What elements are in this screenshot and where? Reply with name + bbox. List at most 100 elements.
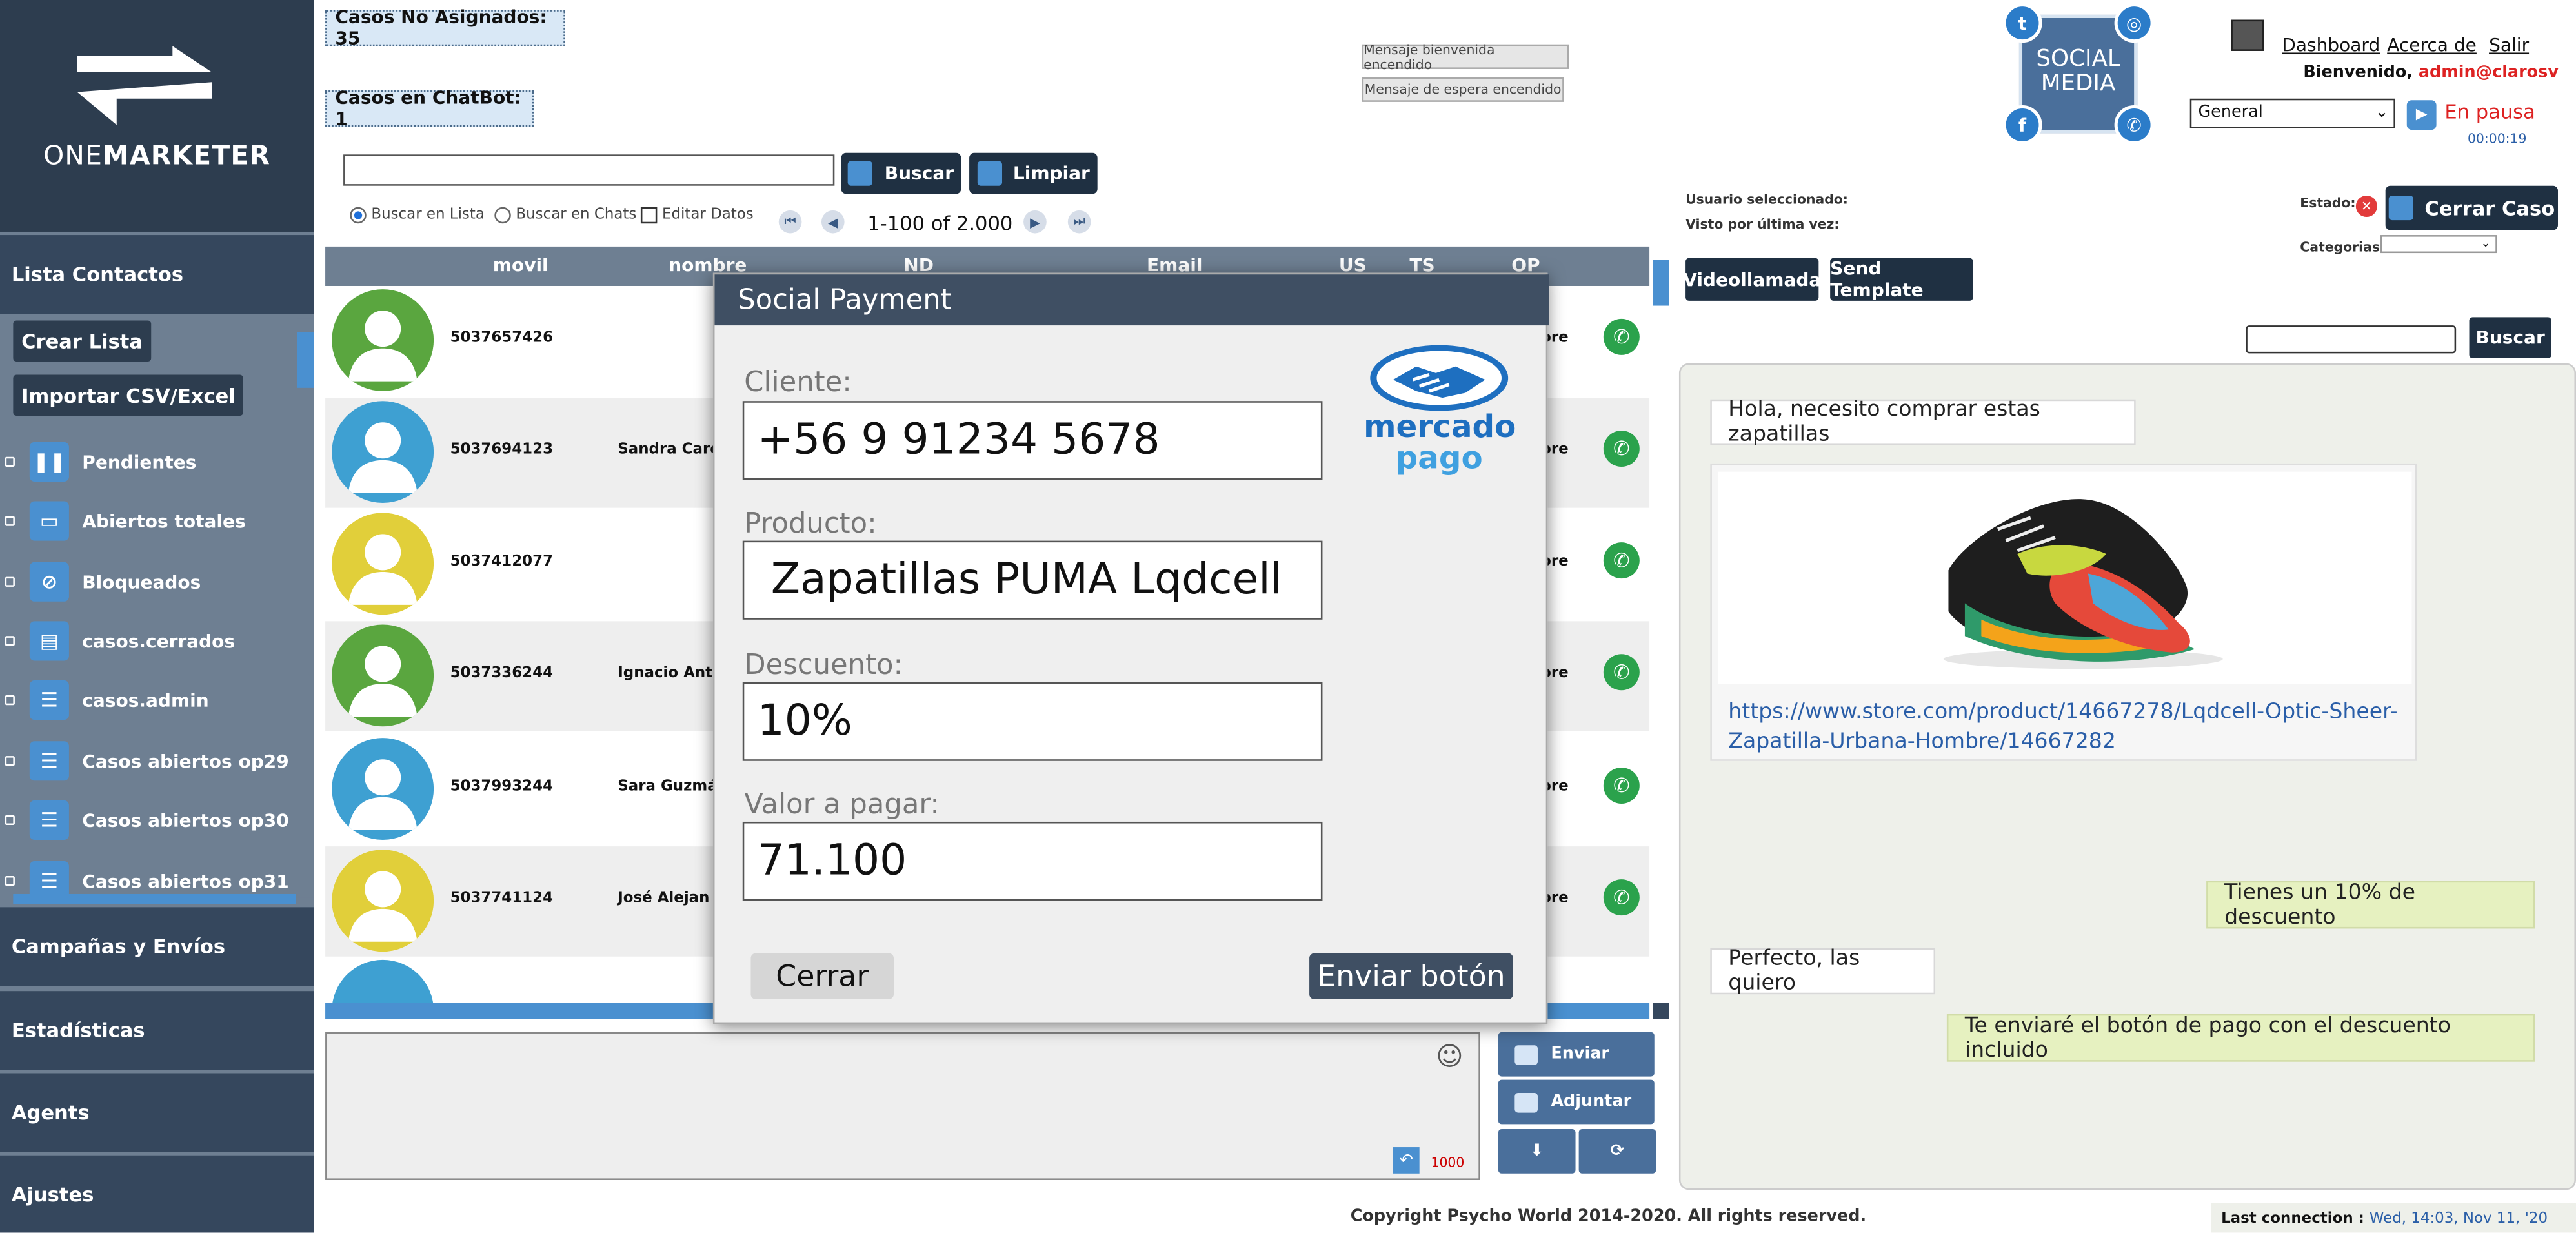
nombre-cell: José Alejan [618,890,710,908]
editar-datos-checkbox[interactable]: Editar Datos [640,207,754,224]
chevron-down-icon: ⌄ [2375,103,2389,122]
logo-arrows-icon [77,46,212,125]
refresh-icon: ⟳ [1610,1142,1625,1161]
sidebar-item-op30[interactable]: ☰ Casos abiertos op30 [0,795,296,844]
chat-message-outgoing: Tienes un 10% de descuento [2206,880,2535,930]
producto-field[interactable]: Zapatillas PUMA Lqdcell [742,540,1323,620]
welcome-text: Bienvenido, admin@clarosv [2303,64,2559,83]
usuario-seleccionado-label: Usuario seleccionado: [1685,192,1848,207]
buscar-en-chats-radio[interactable]: Buscar en Chats [494,207,636,224]
enviar-boton-button[interactable]: Enviar botón [1309,953,1513,999]
casos-no-asignados-badge[interactable]: Casos No Asignados: 35 [325,6,565,49]
sidebar-item-bloqueados[interactable]: ⊘ Bloqueados [0,557,296,606]
chat-message-outgoing: Te enviaré el botón de pago con el descu… [1946,1014,2535,1063]
dashboard-link[interactable]: Dashboard [2282,34,2380,56]
whatsapp-icon[interactable]: ✆ [1603,431,1640,467]
avatar [332,959,434,1003]
facebook-icon: f [2002,105,2042,145]
sidebar-hscroll[interactable] [13,893,296,904]
valor-field[interactable]: 71.100 [742,821,1323,901]
col-movil[interactable]: movil [493,255,548,276]
status-select[interactable]: General ⌄ [2189,98,2395,128]
user-avatar-icon[interactable] [2231,19,2264,51]
acerca-link[interactable]: Acerca de [2387,34,2477,56]
send-template-button[interactable]: Send Template [1830,258,1973,301]
status-error-icon: ✕ [2355,195,2377,218]
whatsapp-icon: ✆ [2114,105,2154,145]
next-page-icon[interactable]: ▶ [1023,210,1047,234]
casos-chatbot-badge[interactable]: Casos en ChatBot: 1 [325,87,534,130]
movil-cell: 5037741124 [450,890,554,908]
videollamada-button[interactable]: Videollamada [1683,258,1821,301]
whatsapp-icon[interactable]: ✆ [1603,542,1640,579]
mercado-pago-text: mercado pago [1363,409,1516,477]
prev-page-icon[interactable]: ◀ [821,210,845,234]
chat-message-incoming: Hola, necesito comprar estas zapatillas [1710,398,2136,447]
paperclip-icon [1514,1092,1538,1112]
refresh-button[interactable]: ⟳ [1578,1129,1656,1174]
importar-csv-button[interactable]: Importar CSV/Excel [13,374,244,416]
sidebar-item-abiertos-totales[interactable]: ▭ Abiertos totales [0,496,296,545]
whatsapp-icon[interactable]: ✆ [1603,654,1640,691]
buscar-button[interactable]: Buscar [841,152,961,194]
message-textarea[interactable]: ☺ ↶ 1000 [325,1032,1480,1180]
sidebar-item-op29[interactable]: ☰ Casos abiertos op29 [0,737,296,786]
product-card: https://www.store.com/product/14667278/L… [1710,463,2417,761]
descuento-field[interactable]: 10% [742,682,1323,761]
copyright: Copyright Psycho World 2014-2020. All ri… [1350,1208,1867,1227]
product-link[interactable]: https://www.store.com/product/14667278/L… [1728,698,2410,758]
whatsapp-icon[interactable]: ✆ [1603,879,1640,916]
sidebar-estadisticas[interactable]: Estadísticas [0,991,314,1070]
avatar [332,401,434,504]
logo-text: ONEMARKETER [43,139,271,171]
emoji-icon[interactable]: ☺ [1436,1041,1463,1072]
sidebar-lista-contactos[interactable]: Lista Contactos [0,235,314,314]
sidebar-scrollbar[interactable] [297,318,314,898]
pagination-label: 1-100 of 2.000 [867,212,1013,236]
movil-cell: 5037412077 [450,553,554,571]
movil-cell: 5037993244 [450,779,554,796]
nombre-cell: Sara Guzmá [618,779,718,796]
cerrar-button[interactable]: Cerrar [750,953,894,999]
chat-buscar-button[interactable]: Buscar [2469,317,2551,359]
sidebar-ajustes[interactable]: Ajustes [0,1155,314,1233]
crear-lista-button[interactable]: Crear Lista [13,320,151,362]
download-button[interactable]: ⬇ [1498,1129,1576,1174]
clipboard-icon: ▤ [29,621,69,661]
cerrar-caso-button[interactable]: Cerrar Caso [2385,185,2558,230]
limpiar-button[interactable]: Limpiar [969,152,1098,194]
logo: ONEMARKETER [0,0,314,232]
download-icon: ⬇ [1530,1142,1544,1161]
salir-link[interactable]: Salir [2489,34,2529,56]
producto-label: Producto: [744,507,877,541]
buscar-en-lista-radio[interactable]: Buscar en Lista [350,207,485,224]
cliente-field[interactable]: +56 9 91234 5678 [742,401,1323,480]
mensaje-espera-button[interactable]: Mensaje de espera encendido [1362,77,1564,102]
search-input[interactable] [343,154,835,186]
timer: 00:00:19 [2467,131,2527,147]
categorias-select[interactable]: ⌄ [2380,235,2497,254]
last-page-icon[interactable]: ⏭ [1067,210,1091,234]
chat-search-input[interactable] [2246,325,2457,354]
enviar-button[interactable]: Enviar [1498,1032,1655,1077]
search-icon [848,161,873,186]
sidebar-item-casos-admin[interactable]: ☰ casos.admin [0,675,296,724]
adjuntar-button[interactable]: Adjuntar [1498,1079,1655,1125]
instagram-icon: ◎ [2114,3,2154,43]
sidebar-item-pendientes[interactable]: ❚❚ Pendientes [0,437,296,486]
table-scroll-thumb[interactable] [1653,260,1669,306]
social-media-logo: SOCIAL MEDIA t ◎ f ✆ [2002,3,2154,145]
sidebar-agents[interactable]: Agents [0,1073,314,1152]
undo-icon[interactable]: ↶ [1393,1147,1420,1174]
block-icon: ⊘ [29,562,69,602]
sidebar-item-casos-cerrados[interactable]: ▤ casos.cerrados [0,616,296,666]
nombre-cell: Ignacio Ant [618,666,713,682]
play-button[interactable]: ▶ [2406,100,2437,130]
mensaje-bienvenida-button[interactable]: Mensaje bienvenida encendido [1362,42,1569,72]
whatsapp-icon[interactable]: ✆ [1603,318,1640,355]
sidebar-campanas[interactable]: Campañas y Envíos [0,907,314,986]
play-icon: ▶ [2415,107,2428,123]
last-connection: Last connection : Wed, 14:03, Nov 11, '2… [2211,1203,2576,1233]
first-page-icon[interactable]: ⏮ [778,210,802,234]
whatsapp-icon[interactable]: ✆ [1603,767,1640,804]
